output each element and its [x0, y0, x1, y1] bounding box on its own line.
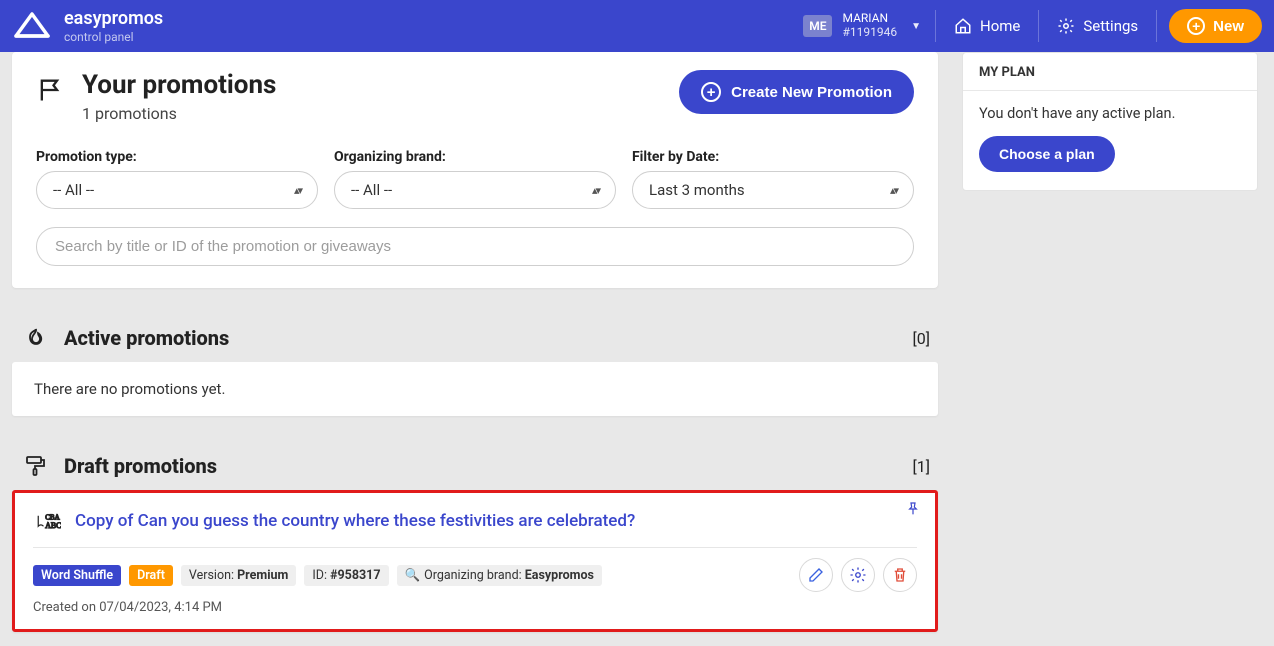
select-caret-icon: ▴▾ — [890, 184, 897, 197]
filter-date-label: Filter by Date: — [632, 149, 914, 165]
brand-subtitle: control panel — [64, 30, 163, 44]
promotion-version-chip: Version: Premium — [181, 565, 296, 586]
active-section-count: [0] — [913, 329, 930, 348]
filter-type-select[interactable]: -- All -- ▴▾ — [36, 171, 318, 209]
svg-text:CBA: CBA — [45, 513, 59, 521]
flag-icon — [36, 76, 64, 104]
filter-date-select[interactable]: Last 3 months ▴▾ — [632, 171, 914, 209]
top-bar: easypromos control panel ME MARIAN #1191… — [0, 0, 1274, 52]
home-icon — [954, 17, 972, 35]
draft-section-header: Draft promotions [1] — [24, 454, 930, 478]
pin-icon[interactable] — [905, 501, 921, 517]
logo-icon — [12, 10, 52, 42]
divider — [33, 547, 917, 548]
gear-icon — [1057, 17, 1075, 35]
promotion-id-chip: ID: #958317 — [304, 565, 388, 586]
plus-circle-icon: + — [1187, 17, 1205, 35]
active-section-title: Active promotions — [64, 326, 229, 350]
paint-roller-icon — [24, 454, 48, 478]
filter-brand-value: -- All -- — [351, 181, 392, 199]
filter-brand-label: Organizing brand: — [334, 149, 616, 165]
promotion-title-link[interactable]: Copy of Can you guess the country where … — [75, 511, 635, 531]
page-subtitle: 1 promotions — [82, 104, 276, 123]
settings-button[interactable] — [841, 558, 875, 592]
filter-date-value: Last 3 months — [649, 181, 745, 199]
user-name: MARIAN — [842, 12, 897, 26]
draft-promotion-card: CBAABC Copy of Can you guess the country… — [12, 490, 938, 632]
new-button-label: New — [1213, 18, 1244, 35]
user-avatar-badge: ME — [803, 15, 832, 37]
filter-type-label: Promotion type: — [36, 149, 318, 165]
my-plan-heading: MY PLAN — [963, 53, 1257, 91]
brand-block[interactable]: easypromos control panel — [12, 8, 163, 44]
plus-circle-icon: + — [701, 82, 721, 102]
nav-settings[interactable]: Settings — [1039, 0, 1156, 52]
active-section-header: Active promotions [0] — [24, 326, 930, 350]
promotion-created-date: Created on 07/04/2023, 4:14 PM — [33, 600, 917, 615]
chevron-down-icon: ▼ — [911, 21, 921, 32]
choose-plan-button[interactable]: Choose a plan — [979, 136, 1115, 172]
page-title: Your promotions — [82, 70, 276, 100]
search-icon: 🔍 — [405, 568, 421, 583]
nav-home-label: Home — [980, 17, 1020, 35]
promotion-status-badge: Draft — [129, 565, 173, 586]
promotion-brand-chip: 🔍Organizing brand: Easypromos — [397, 565, 602, 586]
filter-type-value: -- All -- — [53, 181, 94, 199]
select-caret-icon: ▴▾ — [294, 184, 301, 197]
nav-settings-label: Settings — [1083, 17, 1138, 35]
flame-icon — [24, 326, 48, 350]
my-plan-text: You don't have any active plan. — [979, 105, 1241, 122]
brand-name: easypromos — [64, 8, 163, 30]
create-promotion-label: Create New Promotion — [731, 84, 892, 101]
my-plan-card: MY PLAN You don't have any active plan. … — [962, 52, 1258, 191]
user-menu[interactable]: ME MARIAN #1191946 ▼ — [789, 12, 935, 40]
draft-section-title: Draft promotions — [64, 454, 217, 478]
word-shuffle-icon: CBAABC — [33, 507, 61, 535]
nav-home[interactable]: Home — [936, 0, 1038, 52]
select-caret-icon: ▴▾ — [592, 184, 599, 197]
filter-brand-select[interactable]: -- All -- ▴▾ — [334, 171, 616, 209]
new-button[interactable]: + New — [1169, 9, 1262, 43]
divider — [1156, 10, 1157, 42]
edit-button[interactable] — [799, 558, 833, 592]
active-empty-state: There are no promotions yet. — [12, 362, 938, 416]
promotions-panel: Your promotions 1 promotions + Create Ne… — [12, 52, 938, 288]
svg-text:ABC: ABC — [45, 521, 61, 530]
user-id: #1191946 — [842, 26, 897, 40]
promotion-type-badge: Word Shuffle — [33, 565, 121, 586]
create-promotion-button[interactable]: + Create New Promotion — [679, 70, 914, 114]
search-input[interactable] — [36, 227, 914, 266]
delete-button[interactable] — [883, 558, 917, 592]
draft-section-count: [1] — [913, 457, 930, 476]
